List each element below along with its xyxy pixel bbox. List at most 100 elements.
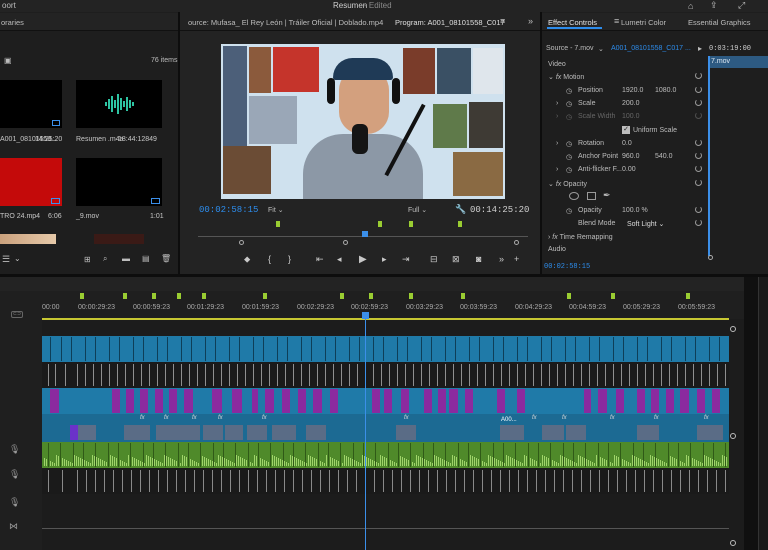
timeline-marker[interactable]	[567, 293, 571, 299]
magenta-clip[interactable]	[155, 389, 163, 413]
antiflicker-value[interactable]: 0.00	[622, 166, 636, 173]
rotation-value[interactable]: 0.0	[622, 140, 632, 147]
project-thumb-4[interactable]	[76, 158, 162, 206]
video-track-v3[interactable]	[42, 336, 729, 362]
step-back-icon[interactable]: ◂	[337, 254, 342, 265]
export-frame-icon[interactable]: ◙	[476, 254, 481, 264]
anchor-y[interactable]: 540.0	[655, 153, 673, 160]
folder-icon[interactable]: ▣	[4, 56, 12, 65]
stopwatch-icon[interactable]: ◷	[566, 166, 572, 174]
video-clip-thumb[interactable]	[542, 425, 564, 440]
video-clip-thumb[interactable]	[124, 425, 150, 440]
button-editor-icon[interactable]: »	[499, 254, 504, 264]
marker[interactable]	[409, 221, 413, 227]
video-clip-thumb[interactable]	[697, 425, 723, 440]
panel-menu-icon[interactable]: ≡	[500, 16, 505, 26]
work-area-bar[interactable]	[42, 318, 729, 320]
microphone-icon[interactable]: 🎙	[9, 444, 20, 455]
tab-lumetri-color[interactable]: Lumetri Color	[621, 18, 666, 27]
extract-icon[interactable]: ⊠	[452, 254, 460, 265]
video-clip-thumb[interactable]	[272, 425, 296, 440]
expand-panels-icon[interactable]: »	[528, 16, 533, 26]
program-timecode[interactable]: 00:02:58:15	[199, 205, 258, 215]
add-icon[interactable]: +	[514, 254, 519, 264]
video-clip-thumb[interactable]	[78, 425, 96, 440]
timeline-marker[interactable]	[80, 293, 84, 299]
timeline-playhead-handle[interactable]	[362, 312, 369, 319]
magenta-clip[interactable]	[184, 389, 193, 413]
magenta-clip[interactable]	[449, 389, 458, 413]
magenta-clip[interactable]	[265, 389, 274, 413]
reset-icon[interactable]	[695, 219, 702, 226]
out-handle[interactable]	[343, 240, 348, 245]
stopwatch-icon[interactable]: ◷	[566, 100, 572, 108]
go-to-out-icon[interactable]: ⇥	[402, 254, 410, 265]
go-to-in-icon[interactable]: ⇤	[316, 254, 324, 265]
play-icon[interactable]: ▸	[698, 44, 702, 53]
video-clip-thumb[interactable]	[306, 425, 326, 440]
video-clip-thumb[interactable]	[500, 425, 524, 440]
reset-icon[interactable]	[695, 179, 702, 186]
wrench-icon[interactable]: 🔧	[455, 204, 466, 215]
marker[interactable]	[276, 221, 280, 227]
magenta-clip[interactable]	[616, 389, 624, 413]
play-icon[interactable]: ▶	[359, 254, 367, 265]
project-thumb-2[interactable]	[76, 80, 162, 128]
project-thumb-5[interactable]	[0, 234, 56, 244]
opacity-value[interactable]: 100.0 %	[622, 207, 648, 214]
stopwatch-icon[interactable]: ◷	[566, 140, 572, 148]
video-clip-thumb[interactable]	[396, 425, 416, 440]
magenta-clip[interactable]	[465, 389, 473, 413]
magenta-clip[interactable]	[598, 389, 607, 413]
quality-dropdown[interactable]: Full ⌄	[408, 206, 427, 214]
timeline-marker[interactable]	[263, 293, 267, 299]
timeline-marker[interactable]	[369, 293, 373, 299]
panel-menu-icon[interactable]: ≡	[614, 16, 619, 26]
track-resize-icon[interactable]: ⋈	[9, 521, 18, 532]
timeline-marker[interactable]	[461, 293, 465, 299]
position-y[interactable]: 1080.0	[655, 87, 676, 94]
motion-row[interactable]: ⌄ fx Motion	[548, 73, 584, 81]
reset-icon[interactable]	[695, 139, 702, 146]
timeline-marker[interactable]	[686, 293, 690, 299]
stopwatch-icon[interactable]: ◷	[566, 87, 572, 95]
bin-icon[interactable]: ⊞	[84, 255, 91, 264]
magenta-clip[interactable]	[697, 389, 705, 413]
timeline-marker[interactable]	[340, 293, 344, 299]
blend-mode-dropdown[interactable]: Soft Light ⌄	[627, 220, 664, 228]
timeline-playhead[interactable]	[365, 312, 366, 550]
reset-icon[interactable]	[695, 86, 702, 93]
ec-mini-clip[interactable]: 7.mov	[708, 56, 768, 68]
project-thumb-6[interactable]	[94, 234, 144, 244]
pen-mask-icon[interactable]: ✒	[603, 190, 611, 201]
magenta-clip[interactable]	[140, 389, 148, 413]
marker[interactable]	[458, 221, 462, 227]
magenta-clip[interactable]	[424, 389, 432, 413]
marker[interactable]	[378, 221, 382, 227]
chevron-right-icon[interactable]: ›	[556, 100, 558, 107]
magenta-clip[interactable]	[169, 389, 177, 413]
timeline-marker[interactable]	[152, 293, 156, 299]
chevron-right-icon[interactable]: ›	[556, 166, 558, 173]
tab-effect-controls[interactable]: Effect Controls	[548, 18, 597, 27]
position-x[interactable]: 1920.0	[622, 87, 643, 94]
magenta-clip[interactable]	[384, 389, 392, 413]
ec-source[interactable]: Source - 7.mov	[546, 45, 593, 52]
opacity-row[interactable]: ⌄ fx Opacity	[548, 180, 587, 188]
magenta-clip[interactable]	[584, 389, 591, 413]
project-item-name[interactable]: TRO 24.mp4	[0, 213, 40, 220]
timeline-marker[interactable]	[177, 293, 181, 299]
zoom-handle[interactable]	[514, 240, 519, 245]
microphone-icon[interactable]: 🎙	[9, 469, 20, 480]
ec-zoom-handle[interactable]	[708, 255, 713, 260]
uniform-scale-checkbox[interactable]: ✓	[622, 126, 630, 134]
vertical-zoom-handle[interactable]	[730, 326, 736, 332]
anchor-x[interactable]: 960.0	[622, 153, 640, 160]
magenta-clip[interactable]	[680, 389, 689, 413]
chevron-right-icon[interactable]: ›	[556, 140, 558, 147]
ellipse-mask-icon[interactable]	[569, 192, 579, 200]
video-track-v2[interactable]	[42, 362, 729, 388]
time-remap-row[interactable]: › fx Time Remapping	[548, 234, 613, 241]
magenta-clip[interactable]	[497, 389, 505, 413]
magenta-clip[interactable]	[401, 389, 409, 413]
